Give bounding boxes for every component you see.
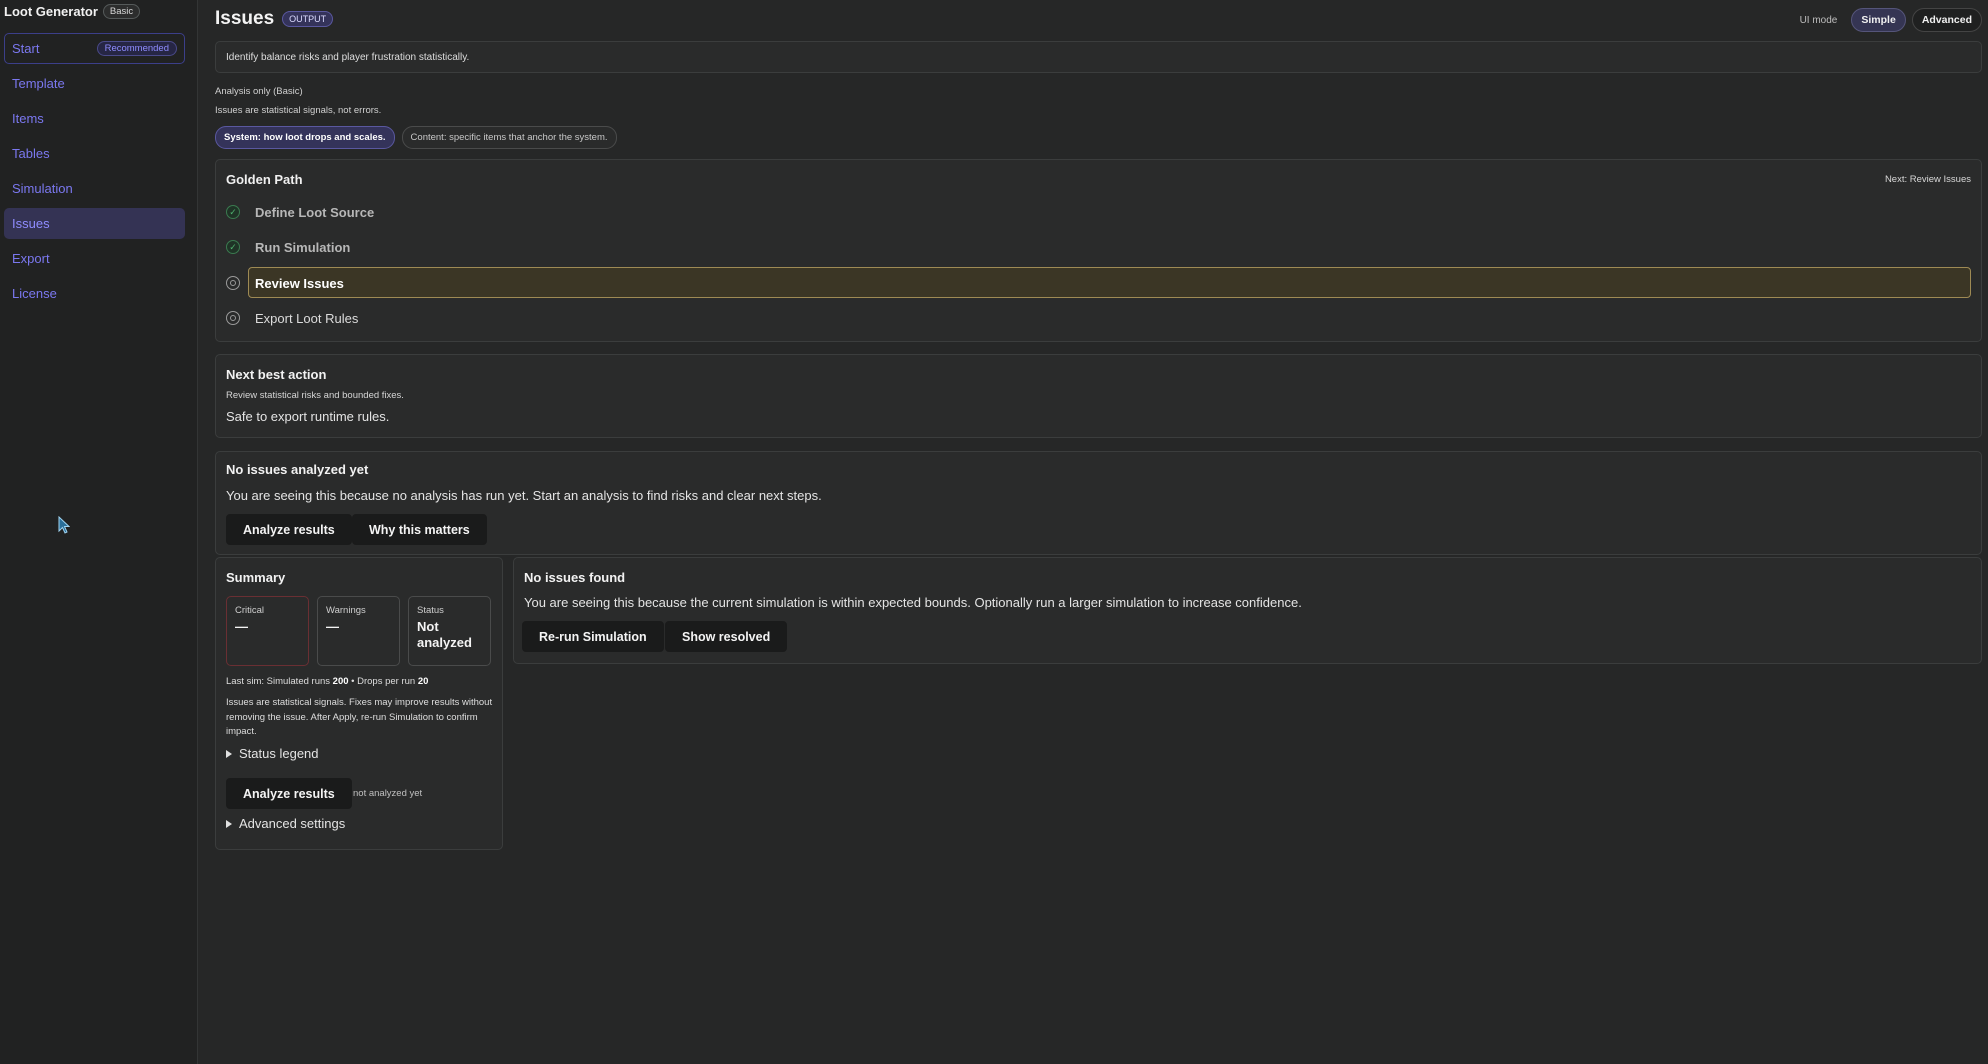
stat-value: — — [235, 619, 248, 634]
step-label: Run Simulation — [255, 239, 351, 255]
next-best-action-body: Safe to export runtime rules. — [226, 409, 390, 424]
chip-system[interactable]: System: how loot drops and scales. — [215, 126, 395, 149]
summary-paragraph: Issues are statistical signals. Fixes ma… — [226, 697, 493, 738]
advanced-settings-label: Advanced settings — [239, 816, 346, 831]
sidebar-item-license[interactable]: License — [4, 278, 185, 309]
analyze-note: not analyzed yet — [353, 788, 423, 799]
sidebar-nav: Start Recommended Template Items Tables … — [4, 33, 185, 313]
step-label: Define Loot Source — [255, 204, 375, 220]
scope-chips: System: how loot drops and scales. Conte… — [215, 126, 617, 149]
stat-value: — — [326, 619, 339, 634]
page-title: Issues — [215, 8, 275, 29]
summary-card: Summary Critical — Warnings — Status Not… — [215, 557, 503, 850]
golden-path-card: Golden Path Next: Review Issues ✓ Define… — [215, 159, 1982, 342]
advanced-settings-toggle[interactable]: Advanced settings — [226, 816, 345, 831]
status-legend-label: Status legend — [239, 746, 319, 761]
issues-note-text: Issues are statistical signals, not erro… — [215, 105, 382, 116]
sidebar-item-items[interactable]: Items — [4, 103, 185, 134]
check-icon: ✓ — [226, 205, 240, 219]
sidebar-item-simulation[interactable]: Simulation — [4, 173, 185, 204]
sidebar-item-label: Items — [12, 111, 44, 126]
step-export-loot-rules[interactable]: Export Loot Rules — [226, 304, 1971, 332]
no-issues-found-title: No issues found — [524, 570, 626, 585]
simulated-runs-value: 200 — [332, 676, 349, 687]
stat-label: Status — [417, 605, 444, 616]
disclosure-triangle-icon — [226, 819, 232, 828]
sidebar-item-label: Simulation — [12, 181, 73, 196]
brand: Loot Generator Basic — [4, 4, 141, 19]
step-label: Export Loot Rules — [255, 310, 359, 326]
mode-simple-button[interactable]: Simple — [1851, 8, 1906, 32]
tier-badge: Basic — [102, 4, 141, 19]
last-sim-prefix: Last sim: Simulated runs — [226, 676, 333, 687]
step-define-loot-source[interactable]: ✓ Define Loot Source — [226, 198, 1971, 226]
summary-analyze-results-button[interactable]: Analyze results — [226, 778, 352, 809]
stat-label: Critical — [235, 605, 265, 616]
critical-stat: Critical — — [226, 596, 309, 666]
chip-content[interactable]: Content: specific items that anchor the … — [401, 126, 617, 149]
sidebar-item-label: Issues — [12, 216, 50, 231]
stat-value: Not analyzed — [417, 619, 472, 651]
no-issues-found-card: No issues found You are seeing this beca… — [513, 557, 1982, 664]
status-legend-toggle[interactable]: Status legend — [226, 746, 319, 761]
sidebar-item-tables[interactable]: Tables — [4, 138, 185, 169]
step-run-simulation[interactable]: ✓ Run Simulation — [226, 233, 1971, 261]
sidebar: Loot Generator Basic Start Recommended T… — [0, 0, 198, 1064]
sidebar-item-label: License — [12, 286, 57, 301]
golden-path-next: Next: Review Issues — [1884, 174, 1971, 185]
recommended-badge: Recommended — [96, 41, 177, 56]
no-issues-analyzed-title: No issues analyzed yet — [226, 462, 369, 477]
sidebar-item-template[interactable]: Template — [4, 68, 185, 99]
warnings-stat: Warnings — — [317, 596, 400, 666]
stat-label: Warnings — [326, 605, 366, 616]
intro-text: Identify balance risks and player frustr… — [226, 52, 470, 63]
sidebar-item-start[interactable]: Start Recommended — [4, 33, 185, 64]
why-this-matters-button[interactable]: Why this matters — [352, 514, 487, 545]
output-badge: OUTPUT — [282, 11, 334, 27]
analyze-results-button[interactable]: Analyze results — [226, 514, 352, 545]
no-issues-analyzed-body: You are seeing this because no analysis … — [226, 488, 822, 503]
next-best-action-subtitle: Review statistical risks and bounded fix… — [226, 390, 404, 401]
sidebar-item-label: Tables — [12, 146, 50, 161]
intro-card: Identify balance risks and player frustr… — [215, 41, 1982, 73]
analysis-mode-text: Analysis only (Basic) — [215, 86, 303, 97]
last-sim-line: Last sim: Simulated runs 200 • Drops per… — [226, 676, 428, 687]
next-best-action-card: Next best action Review statistical risk… — [215, 354, 1982, 438]
step-review-issues[interactable]: Review Issues — [226, 267, 1971, 298]
current-step-highlight — [248, 267, 1971, 298]
ui-mode-label: UI mode — [1799, 14, 1838, 26]
drops-prefix: • Drops per run — [348, 676, 418, 687]
rerun-simulation-button[interactable]: Re-run Simulation — [522, 621, 664, 652]
no-issues-analyzed-card: No issues analyzed yet You are seeing th… — [215, 451, 1982, 555]
page-header: Issues OUTPUT — [215, 8, 334, 30]
check-icon: ✓ — [226, 240, 240, 254]
radio-icon — [226, 311, 240, 325]
sidebar-item-label: Template — [12, 76, 65, 91]
golden-path-title: Golden Path — [226, 172, 303, 187]
no-issues-found-body: You are seeing this because the current … — [524, 595, 1302, 610]
sidebar-item-label: Start — [12, 41, 40, 56]
sidebar-item-issues[interactable]: Issues — [4, 208, 185, 239]
disclosure-triangle-icon — [226, 749, 232, 758]
drops-per-run-value: 20 — [417, 676, 429, 687]
next-best-action-title: Next best action — [226, 367, 327, 382]
radio-icon — [226, 276, 240, 290]
show-resolved-button[interactable]: Show resolved — [665, 621, 788, 652]
sidebar-item-label: Export — [12, 251, 50, 266]
ui-mode-switch: UI mode Simple Advanced — [1800, 8, 1982, 32]
mouse-cursor-icon — [58, 516, 70, 534]
app-title: Loot Generator — [4, 4, 98, 19]
mode-advanced-button[interactable]: Advanced — [1911, 8, 1982, 32]
summary-title: Summary — [226, 570, 286, 585]
step-label: Review Issues — [255, 275, 344, 291]
status-stat: Status Not analyzed — [408, 596, 491, 666]
sidebar-item-export[interactable]: Export — [4, 243, 185, 274]
